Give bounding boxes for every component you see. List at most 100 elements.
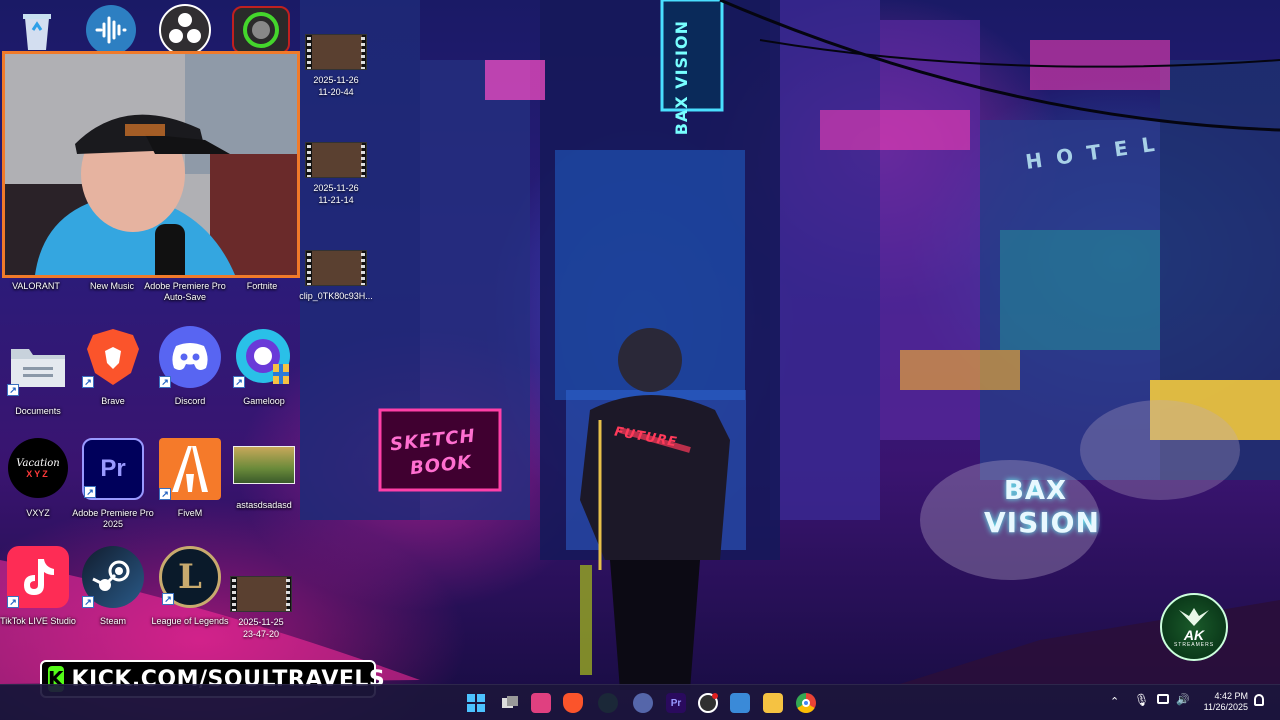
shortcut-arrow-icon: ↗: [7, 596, 19, 608]
shortcut-arrow-icon: ↗: [162, 593, 174, 605]
network-icon[interactable]: [1157, 694, 1169, 704]
shortcut-arrow-icon: ↗: [82, 376, 94, 388]
icon-label: VXYZ: [26, 508, 50, 518]
xyz-text: XYZ: [26, 468, 50, 479]
desktop-icon-vxyz[interactable]: Vacation XYZ VXYZ: [0, 438, 76, 544]
icon-label: FiveM: [177, 508, 203, 518]
desktop-label-new-music[interactable]: New Music: [70, 281, 154, 292]
league-of-legends-icon: L ↗: [159, 546, 221, 608]
desktop-icon-league-of-legends[interactable]: L ↗ League of Legends: [151, 546, 229, 652]
clock[interactable]: 4:42 PM 11/26/2025: [1194, 691, 1248, 713]
desktop-icon-discord[interactable]: ↗ Discord: [152, 326, 228, 432]
desktop-icon-tiktok-live[interactable]: ↗ TikTok LIVE Studio: [0, 546, 76, 652]
desktop-icon-premiere-pro[interactable]: Pr ↗ Adobe Premiere Pro 2025: [72, 438, 154, 544]
file-explorer-icon[interactable]: [763, 693, 783, 713]
desktop-icon-documents[interactable]: ↗ Documents: [0, 334, 76, 440]
notification-bell-icon[interactable]: [1254, 694, 1264, 706]
file-name-line1: 2025-11-25: [238, 617, 284, 627]
steam-taskbar-icon[interactable]: [598, 693, 618, 713]
webcam-overlay: [2, 51, 300, 278]
image-file-icon: [233, 446, 295, 484]
shortcut-arrow-icon: ↗: [233, 376, 245, 388]
eagle-icon: [1179, 608, 1209, 626]
desktop-icon-fivem[interactable]: ↗ FiveM: [152, 438, 228, 544]
recycle-bin[interactable]: [8, 6, 66, 54]
vacation-text: Vacation: [16, 457, 60, 469]
ak-streamers-badge: AK STREAMERS: [1160, 593, 1228, 661]
shortcut-arrow-icon: ↗: [82, 596, 94, 608]
shortcut-arrow-icon: ↗: [84, 486, 96, 498]
audio-app[interactable]: [82, 5, 140, 55]
icon-label: Brave: [101, 396, 125, 406]
start-button[interactable]: [466, 693, 486, 713]
windows-logo-icon: [467, 694, 485, 712]
league-logo-text: L: [178, 557, 202, 597]
icon-label: League of Legends: [151, 616, 229, 626]
snipping-tool-icon[interactable]: [531, 693, 551, 713]
icon-label: TikTok LIVE Studio: [0, 616, 76, 626]
premiere-pro-text: Pr: [100, 455, 126, 482]
tiktok-icon: ↗: [7, 546, 69, 608]
desktop-label-fortnite[interactable]: Fortnite: [220, 281, 304, 292]
obs-studio[interactable]: [156, 4, 214, 56]
icon-label: Gameloop: [243, 396, 285, 406]
video-thumbnail-icon: [305, 142, 367, 178]
clock-time: 4:42 PM: [1214, 691, 1248, 701]
clock-date: 11/26/2025: [1203, 702, 1248, 712]
shortcut-arrow-icon: ↗: [159, 376, 171, 388]
folder-icon: ↗: [7, 334, 69, 396]
premiere-pro-icon: Pr ↗: [82, 438, 144, 500]
icon-label: astasdsadasd: [236, 500, 292, 510]
sign-vision: VISION: [984, 506, 1100, 539]
desktop-label-premiere-autosave[interactable]: Adobe Premiere Pro Auto-Save: [143, 281, 227, 303]
shortcut-arrow-icon: ↗: [7, 384, 19, 396]
icon-label: Discord: [174, 396, 206, 406]
vacation-xyz-icon: Vacation XYZ: [8, 438, 68, 498]
razer-app-icon: [243, 12, 279, 48]
icon-label: Documents: [15, 406, 61, 416]
shortcut-arrow-icon: ↗: [159, 488, 171, 500]
audio-app-icon: [86, 5, 136, 55]
steam-icon: ↗: [82, 546, 144, 608]
sign-bax-vision-vertical: BAX VISION: [672, 20, 691, 136]
discord-icon: ↗: [159, 326, 221, 388]
recycle-bin-icon: [23, 14, 51, 50]
video-thumbnail-icon: [230, 576, 292, 612]
icon-label: Steam: [99, 616, 126, 626]
desktop-icon-brave[interactable]: ↗ Brave: [75, 326, 151, 432]
photos-icon[interactable]: [730, 693, 750, 713]
badge-subtitle: STREAMERS: [1173, 642, 1215, 648]
badge-title: AK: [1183, 627, 1205, 643]
premiere-taskbar-icon[interactable]: Pr: [666, 693, 686, 713]
gameloop-icon: ↗: [233, 326, 295, 388]
desktop-label-valorant[interactable]: VALORANT: [0, 281, 78, 292]
figure-silhouette: [580, 328, 730, 690]
chrome-center-icon: [802, 699, 810, 707]
desktop-icon-gameloop[interactable]: ↗ Gameloop: [226, 326, 302, 432]
brave-lion-icon: ↗: [82, 326, 144, 388]
desktop-icon-steam[interactable]: ↗ Steam: [75, 546, 151, 652]
webcam-feed: [5, 54, 297, 275]
file-name-line2: 23-47-20: [242, 629, 280, 639]
task-view-icon: [502, 696, 518, 708]
volume-icon[interactable]: 🔊: [1176, 693, 1190, 706]
fivem-icon: ↗: [159, 438, 221, 500]
icon-label: Adobe Premiere Pro 2025: [72, 508, 154, 529]
video-thumbnail-icon: [305, 250, 367, 286]
file-name-line1: 2025-11-26: [313, 75, 359, 85]
microphone-icon[interactable]: 🎙: [1134, 693, 1149, 707]
chrome-icon[interactable]: [796, 693, 816, 713]
brave-taskbar-icon[interactable]: [563, 693, 583, 713]
file-name-line1: clip_0TK80c93H...: [299, 291, 373, 301]
keyboard-app-icon[interactable]: [633, 693, 653, 713]
file-name-line1: 2025-11-26: [313, 183, 359, 193]
file-name-line2: 11-20-44: [318, 87, 354, 97]
notification-dot: [712, 693, 718, 699]
task-view-button[interactable]: [500, 693, 520, 713]
sign-bax: BAX: [1004, 476, 1067, 506]
video-thumbnail-icon: [305, 34, 367, 70]
razer-app[interactable]: [232, 6, 290, 54]
tray-overflow-chevron-icon[interactable]: ⌃: [1110, 695, 1119, 708]
desktop-icon-image-file[interactable]: astasdsadasd: [226, 446, 302, 552]
file-name-line2: 11-21-14: [318, 195, 354, 205]
